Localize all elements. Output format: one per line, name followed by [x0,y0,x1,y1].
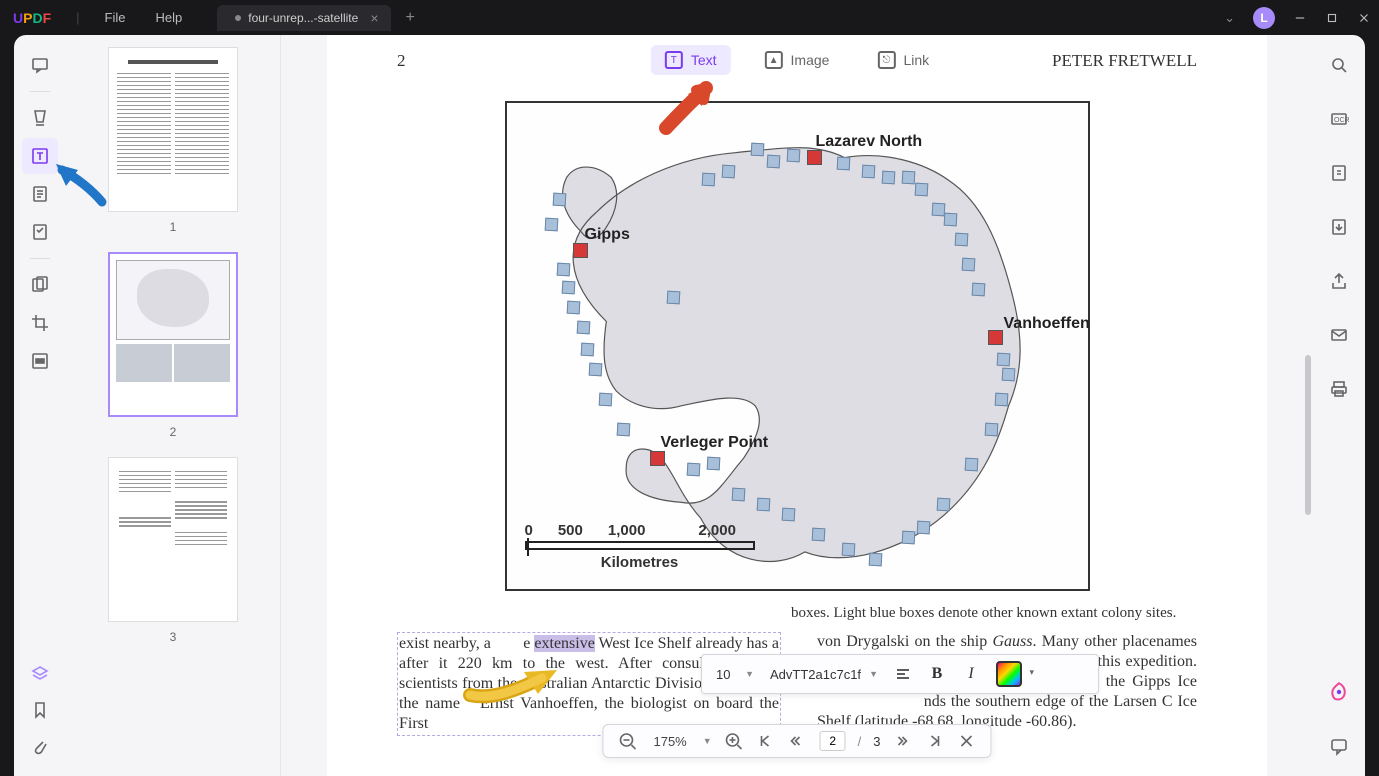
form-tool-icon[interactable] [22,214,58,250]
document-tab[interactable]: four-unrep...-satellite × [217,5,390,31]
separator [30,258,50,259]
edit-mode-tabs: T Text ▲ Image ⎋ Link [651,45,943,75]
left-toolbar [14,35,66,776]
edit-tab-text[interactable]: T Text [651,45,731,75]
search-icon[interactable] [1321,47,1357,83]
share-icon[interactable] [1321,263,1357,299]
add-tab-button[interactable]: + [406,9,415,27]
highlight-tool-icon[interactable] [22,100,58,136]
map-label-verleger: Verleger Point [661,434,769,452]
organize-tool-icon[interactable] [22,267,58,303]
divider: | [76,10,79,25]
edit-tab-label: Link [903,52,929,68]
thumbnail-panel: 1 2 3 [66,35,281,776]
bookmark-icon[interactable] [22,692,58,728]
figure-caption: boxes. Light blue boxes denote other kno… [791,605,1197,622]
image-icon: ▲ [765,51,783,69]
total-pages: 3 [873,734,880,749]
email-icon[interactable] [1321,317,1357,353]
ai-icon[interactable] [1321,674,1357,710]
font-family-dropdown[interactable]: AdvTT2a1c7c1f ▼ [764,660,884,688]
print-icon[interactable] [1321,371,1357,407]
export-icon[interactable] [1321,209,1357,245]
compress-icon[interactable] [1321,155,1357,191]
menu-file[interactable]: File [105,10,126,25]
text-format-toolbar: 10 ▼ AdvTT2a1c7c1f ▼ B I [701,654,1099,694]
zoom-in-button[interactable] [724,731,744,751]
prev-page-button[interactable] [788,731,808,751]
chat-icon[interactable] [1321,728,1357,764]
thumbnail-number: 1 [84,220,262,234]
link-icon: ⎋ [877,51,895,69]
chevron-down-icon: ▼ [869,669,878,679]
font-size-dropdown[interactable]: 10 ▼ [710,660,760,688]
zoom-level[interactable]: 175% [649,734,690,749]
map-scalebar: 0 500 1,000 2,000 Kilometres [525,522,755,571]
bold-button[interactable]: B [922,660,952,688]
zoom-out-button[interactable] [617,731,637,751]
close-window-button[interactable] [1357,11,1371,25]
annotation-arrow-yellow [462,660,562,710]
ocr-icon[interactable]: OCR [1321,101,1357,137]
page-number: 2 [397,51,406,71]
attachment-icon[interactable] [22,728,58,764]
page-separator: / [858,734,862,749]
map-marker-verleger [650,451,665,466]
last-page-button[interactable] [925,731,945,751]
map-marker-gipps [573,243,588,258]
tab-modified-dot [235,15,241,21]
edit-tab-label: Image [791,52,830,68]
crop-tool-icon[interactable] [22,305,58,341]
edit-tab-link[interactable]: ⎋ Link [863,45,943,75]
font-family-value: AdvTT2a1c7c1f [770,667,861,682]
minimize-button[interactable] [1293,11,1307,25]
edit-tab-label: Text [691,52,717,68]
svg-text:OCR: OCR [1334,117,1349,124]
map-label-vanhoeffen: Vanhoeffen [1004,315,1090,333]
font-size-value: 10 [716,667,730,682]
separator [30,91,50,92]
map-label-gipps: Gipps [585,226,630,244]
thumbnail-number: 2 [84,425,262,439]
chevron-down-icon[interactable]: ▼ [703,736,712,746]
chevron-down-icon: ▼ [745,669,754,679]
text-icon: T [665,51,683,69]
map-marker-lazarev [807,150,822,165]
bottom-toolbar: 175% ▼ / 3 [602,724,991,758]
menu-help[interactable]: Help [156,10,183,25]
redact-tool-icon[interactable] [22,343,58,379]
maximize-button[interactable] [1325,11,1339,25]
document-viewport[interactable]: T Text ▲ Image ⎋ Link 2 PETER FRETWELL [281,35,1313,776]
app-logo: UPDF [13,10,51,26]
page-author: PETER FRETWELL [1052,51,1197,71]
selected-text[interactable]: extensive [534,635,594,652]
thumbnail-number: 3 [84,630,262,644]
close-toolbar-button[interactable] [957,731,977,751]
chevron-down-icon[interactable]: ⌄ [1224,10,1235,26]
tab-title: four-unrep...-satellite [248,11,358,25]
align-button[interactable] [888,660,918,688]
first-page-button[interactable] [756,731,776,751]
layers-icon[interactable] [22,656,58,692]
page-number-input[interactable] [820,731,846,751]
thumbnail-page-2[interactable] [108,252,238,417]
color-swatch-icon [996,661,1022,687]
annotation-arrow-red [658,80,718,135]
avatar[interactable]: L [1253,7,1275,29]
text-color-button[interactable] [996,660,1022,688]
map-marker-vanhoeffen [988,330,1003,345]
thumbnail-page-3[interactable] [108,457,238,622]
close-icon[interactable]: × [370,10,378,26]
italic-button[interactable]: I [956,660,986,688]
figure-map: Lazarev North Gipps Vanhoeffen Verleger … [505,101,1090,591]
next-page-button[interactable] [893,731,913,751]
right-toolbar: OCR [1313,35,1365,776]
edit-tab-image[interactable]: ▲ Image [751,45,844,75]
scrollbar[interactable] [1305,355,1311,515]
map-label-lazarev: Lazarev North [816,133,923,151]
thumbnail-page-1[interactable] [108,47,238,212]
comment-tool-icon[interactable] [22,47,58,83]
annotation-arrow-blue [52,160,110,210]
